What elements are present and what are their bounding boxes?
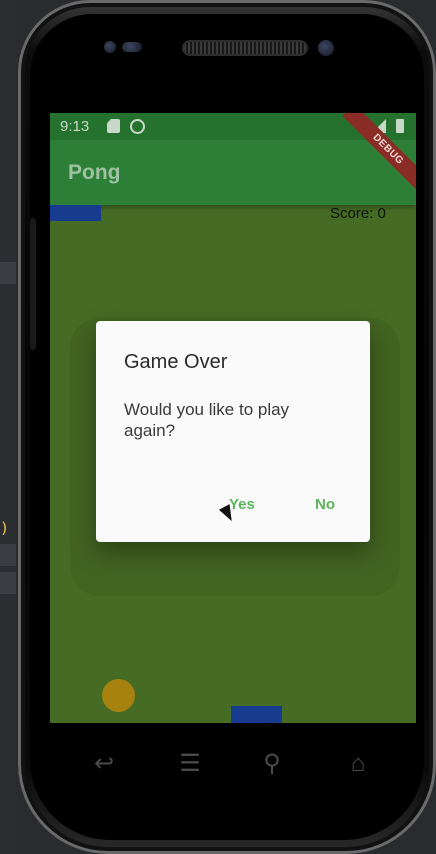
volume-button (30, 218, 36, 350)
menu-icon[interactable]: ☰ (170, 749, 210, 779)
hardware-nav-bar: ↩ ☰ ⚲ ⌂ (70, 735, 400, 791)
dialog-title: Game Over (124, 351, 228, 373)
editor-line (0, 262, 16, 284)
app-bar: Pong (50, 140, 416, 205)
top-paddle (50, 205, 101, 221)
editor-glyph: ) (0, 519, 10, 537)
dialog-message: Would you like to play again? (124, 400, 290, 440)
home-icon[interactable]: ⌂ (338, 749, 378, 779)
status-time: 9:13 (60, 118, 90, 135)
no-button[interactable]: No (315, 496, 335, 513)
sim-card-icon (107, 119, 120, 133)
editor-line (0, 572, 16, 594)
bottom-paddle[interactable] (231, 706, 282, 723)
editor-strip: ) (0, 0, 16, 854)
speaker-grille (184, 42, 306, 54)
score-label: Score: 0 (330, 205, 386, 222)
battery-icon (396, 119, 404, 133)
app-title: Pong (68, 161, 121, 184)
sensor-icon (104, 41, 116, 53)
editor-line (0, 544, 16, 566)
front-camera-icon (318, 40, 334, 56)
sensor-icon (122, 42, 142, 52)
game-over-dialog: Game Over Would you like to play again? … (96, 321, 370, 542)
search-icon[interactable]: ⚲ (252, 749, 292, 779)
back-icon[interactable]: ↩ (84, 749, 124, 779)
phone-screen: 9:13 Pong DEBUG Score: 0 Game Over Would… (50, 113, 416, 723)
ball (102, 679, 135, 712)
sync-icon (130, 119, 145, 134)
